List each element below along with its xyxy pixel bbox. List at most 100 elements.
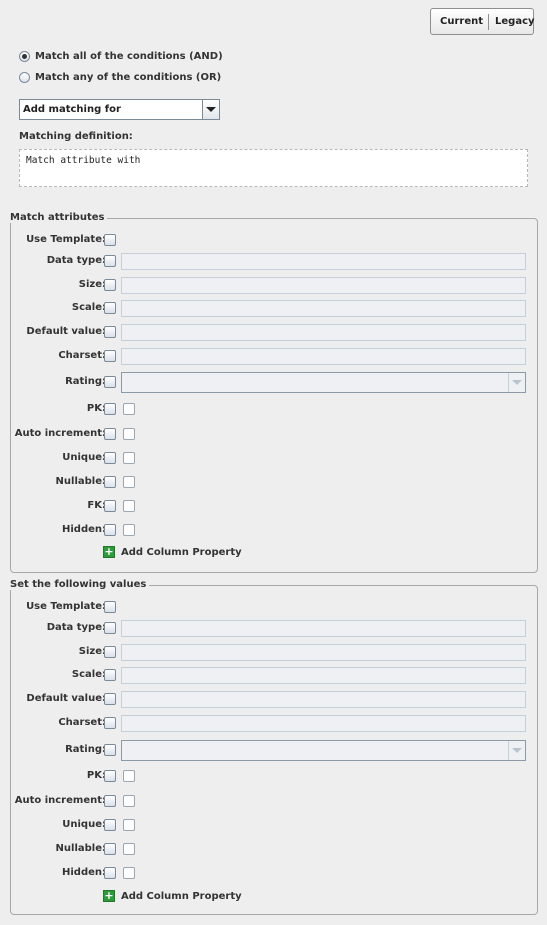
sv-rating-combo[interactable] (121, 740, 526, 761)
ma-rating-dropdown-button[interactable] (508, 373, 525, 392)
ma-rating-label: Rating: (65, 376, 106, 387)
sv-size-checkbox[interactable] (104, 646, 116, 658)
sv-default-value-label: Default value: (26, 693, 106, 704)
sv-charset-field[interactable] (121, 715, 526, 732)
sv-nullable-checkbox[interactable] (104, 843, 116, 855)
ma-hidden-value-checkbox[interactable] (123, 524, 135, 536)
sv-auto-increment-label: Auto increment: (14, 795, 106, 806)
sv-pk-value-checkbox[interactable] (123, 770, 135, 782)
sv-data-type-field[interactable] (121, 620, 526, 637)
matching-definition-label: Matching definition: (19, 131, 133, 142)
ma-data-type-field[interactable] (121, 253, 526, 270)
sv-unique-value-checkbox[interactable] (123, 819, 135, 831)
sv-add-column-property-button[interactable]: + Add Column Property (103, 890, 242, 902)
sv-auto-increment-value-checkbox[interactable] (123, 795, 135, 807)
match-all-radio-row[interactable]: Match all of the conditions (AND) (19, 49, 223, 63)
legacy-button[interactable]: Legacy (489, 14, 535, 30)
match-attributes-title: Match attributes (10, 212, 108, 223)
ma-scale-field[interactable] (121, 300, 526, 317)
ma-pk-label: PK: (86, 403, 106, 414)
sv-pk-label: PK: (86, 770, 106, 781)
ma-unique-label: Unique: (62, 452, 106, 463)
sv-add-column-property-label: Add Column Property (121, 890, 242, 902)
ma-unique-checkbox[interactable] (104, 452, 116, 464)
ma-data-type-label: Data type: (46, 255, 106, 266)
sv-unique-checkbox[interactable] (104, 819, 116, 831)
sv-scale-checkbox[interactable] (104, 669, 116, 681)
ma-size-label: Size: (78, 279, 106, 290)
sv-nullable-value-checkbox[interactable] (123, 843, 135, 855)
mode-toggle[interactable]: Current Legacy (430, 8, 535, 35)
ma-fk-value-checkbox[interactable] (123, 500, 135, 512)
sv-charset-checkbox[interactable] (104, 717, 116, 729)
ma-size-checkbox[interactable] (104, 279, 116, 291)
ma-fk-checkbox[interactable] (104, 500, 116, 512)
chevron-down-icon (512, 380, 522, 385)
ma-rating-checkbox[interactable] (104, 376, 116, 388)
sv-unique-label: Unique: (62, 819, 106, 830)
ma-scale-label: Scale: (71, 302, 106, 313)
match-any-radio[interactable] (19, 71, 30, 83)
ma-add-column-property-label: Add Column Property (121, 546, 242, 558)
ma-hidden-label: Hidden: (61, 524, 106, 535)
ma-default-value-label: Default value: (26, 326, 106, 337)
chevron-down-icon (206, 107, 216, 112)
ma-auto-increment-label: Auto increment: (14, 428, 106, 439)
sv-rating-dropdown-button[interactable] (508, 741, 525, 760)
match-any-radio-row[interactable]: Match any of the conditions (OR) (19, 70, 221, 84)
ma-hidden-checkbox[interactable] (104, 524, 116, 536)
sv-scale-field[interactable] (121, 667, 526, 684)
ma-nullable-label: Nullable: (55, 476, 106, 487)
sv-size-field[interactable] (121, 644, 526, 661)
ma-unique-value-checkbox[interactable] (123, 452, 135, 464)
ma-default-value-field[interactable] (121, 324, 526, 341)
set-values-title: Set the following values (10, 579, 150, 590)
sv-use-template-label: Use Template: (26, 601, 106, 612)
sv-data-type-label: Data type: (46, 622, 106, 633)
add-matching-value: Add matching for (23, 104, 121, 115)
sv-default-value-checkbox[interactable] (104, 693, 116, 705)
sv-rating-checkbox[interactable] (104, 744, 116, 756)
ma-auto-increment-value-checkbox[interactable] (123, 428, 135, 440)
chevron-down-icon (512, 748, 522, 753)
ma-use-template-checkbox[interactable] (104, 234, 116, 246)
ma-fk-label: FK: (87, 500, 106, 511)
match-all-label: Match all of the conditions (AND) (35, 50, 223, 62)
ma-charset-label: Charset: (58, 350, 106, 361)
ma-default-value-checkbox[interactable] (104, 326, 116, 338)
add-matching-combo[interactable]: Add matching for (19, 99, 220, 120)
ma-pk-value-checkbox[interactable] (123, 403, 135, 415)
sv-default-value-field[interactable] (121, 691, 526, 708)
add-icon: + (103, 545, 115, 558)
ma-nullable-checkbox[interactable] (104, 476, 116, 488)
add-matching-dropdown-button[interactable] (202, 100, 219, 119)
ma-charset-checkbox[interactable] (104, 350, 116, 362)
ma-charset-field[interactable] (121, 348, 526, 365)
add-icon: + (103, 889, 115, 902)
ma-add-column-property-button[interactable]: + Add Column Property (103, 546, 242, 558)
matching-definition-box: Match attribute with (19, 149, 528, 187)
sv-auto-increment-checkbox[interactable] (104, 795, 116, 807)
ma-size-field[interactable] (121, 277, 526, 294)
sv-charset-label: Charset: (58, 717, 106, 728)
sv-use-template-checkbox[interactable] (104, 601, 116, 613)
sv-pk-checkbox[interactable] (104, 770, 116, 782)
ma-nullable-value-checkbox[interactable] (123, 476, 135, 488)
sv-size-label: Size: (78, 646, 106, 657)
ma-rating-combo[interactable] (121, 372, 526, 393)
sv-hidden-label: Hidden: (61, 867, 106, 878)
ma-pk-checkbox[interactable] (104, 403, 116, 415)
ma-scale-checkbox[interactable] (104, 302, 116, 314)
match-any-label: Match any of the conditions (OR) (35, 71, 222, 83)
sv-rating-label: Rating: (65, 744, 106, 755)
ma-auto-increment-checkbox[interactable] (104, 428, 116, 440)
current-button[interactable]: Current (431, 13, 490, 30)
sv-data-type-checkbox[interactable] (104, 622, 116, 634)
match-attributes-group (10, 218, 538, 573)
match-all-radio[interactable] (19, 50, 30, 62)
sv-hidden-checkbox[interactable] (104, 867, 116, 879)
sv-hidden-value-checkbox[interactable] (123, 867, 135, 879)
sv-nullable-label: Nullable: (55, 843, 106, 854)
ma-data-type-checkbox[interactable] (104, 255, 116, 267)
sv-scale-label: Scale: (71, 669, 106, 680)
